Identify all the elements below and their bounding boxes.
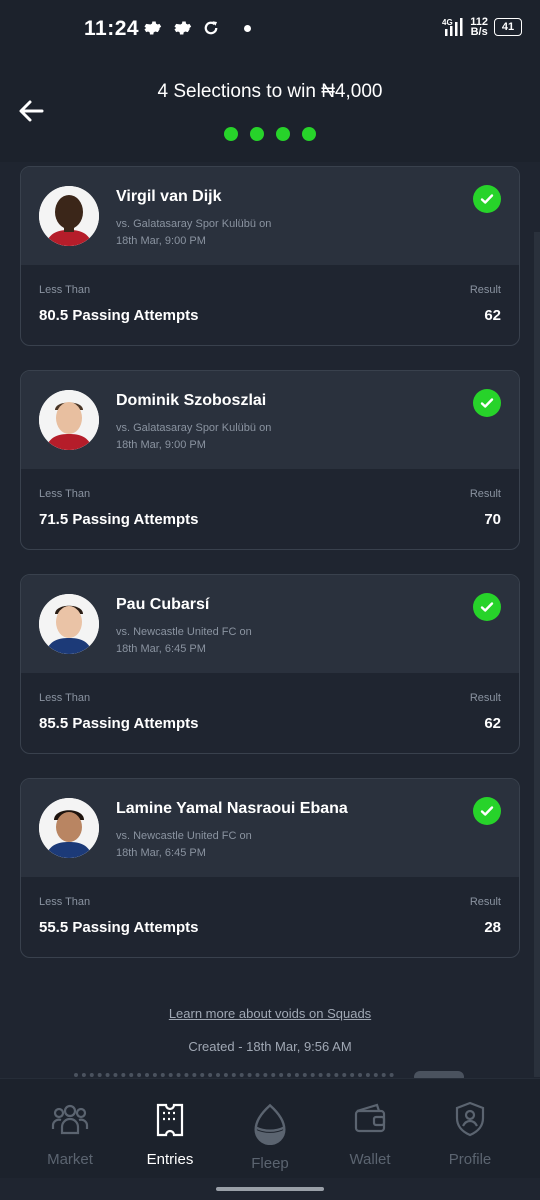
nav-market[interactable]: Market xyxy=(16,1079,124,1179)
bottom-nav: Market Entries Fleep Wallet Profile xyxy=(0,1078,540,1178)
ticket-icon xyxy=(156,1103,184,1137)
selection-card[interactable]: Dominik Szoboszlai vs. Galatasaray Spor … xyxy=(20,370,520,550)
progress-dot xyxy=(224,127,238,141)
player-avatar xyxy=(39,186,99,246)
svg-text:4G: 4G xyxy=(442,18,453,27)
player-avatar xyxy=(39,798,99,858)
match-info: vs. Galatasaray Spor Kulübü on 18th Mar,… xyxy=(116,422,272,451)
check-icon xyxy=(473,593,501,621)
notification-dot xyxy=(244,24,251,32)
player-name: Lamine Yamal Nasraoui Ebana xyxy=(116,800,348,817)
condition-label: Less Than xyxy=(39,692,91,704)
selection-card[interactable]: Pau Cubarsí vs. Newcastle United FC on 1… xyxy=(20,574,520,754)
fleep-icon xyxy=(254,1103,286,1145)
nav-wallet[interactable]: Wallet xyxy=(316,1079,424,1179)
result-value: 62 xyxy=(484,715,501,732)
wallet-icon xyxy=(354,1103,386,1133)
progress-dots xyxy=(0,127,540,141)
check-icon xyxy=(473,797,501,825)
selection-card[interactable]: Virgil van Dijk vs. Galatasaray Spor Kul… xyxy=(20,166,520,346)
condition-label: Less Than xyxy=(39,896,91,908)
header: 4 Selections to win ₦4,000 xyxy=(0,62,540,162)
nav-entries[interactable]: Entries xyxy=(116,1079,224,1179)
learn-voids-link[interactable]: Learn more about voids on Squads xyxy=(0,1006,540,1021)
match-info: vs. Newcastle United FC on 18th Mar, 6:4… xyxy=(116,830,252,859)
created-timestamp: Created - 18th Mar, 9:56 AM xyxy=(188,1039,352,1054)
prop-line: 85.5 Passing Attempts xyxy=(39,715,199,732)
page-title: 4 Selections to win ₦4,000 xyxy=(157,81,383,102)
people-icon xyxy=(51,1104,89,1135)
check-icon xyxy=(473,185,501,213)
nav-profile[interactable]: Profile xyxy=(416,1079,524,1179)
player-name: Dominik Szoboszlai xyxy=(116,392,267,409)
settings-icon xyxy=(144,21,162,35)
progress-dot xyxy=(302,127,316,141)
prop-line: 55.5 Passing Attempts xyxy=(39,919,199,936)
prop-line: 80.5 Passing Attempts xyxy=(39,307,199,324)
player-name: Virgil van Dijk xyxy=(116,188,222,205)
signal-icon: 4G xyxy=(442,18,463,36)
condition-label: Less Than xyxy=(39,488,91,500)
home-indicator[interactable] xyxy=(216,1187,324,1191)
prop-line: 71.5 Passing Attempts xyxy=(39,511,199,528)
result-label: Result xyxy=(469,692,501,704)
result-value: 62 xyxy=(484,307,501,324)
nav-fleep[interactable]: Fleep xyxy=(216,1079,324,1179)
net-speed: 112 B/s xyxy=(470,16,488,38)
check-icon xyxy=(473,389,501,417)
result-label: Result xyxy=(469,488,501,500)
settings-icon xyxy=(174,21,192,35)
battery-icon: 41 xyxy=(494,18,522,36)
result-label: Result xyxy=(469,896,501,908)
status-bar: 11:24 4G 112 B/s 41 xyxy=(0,0,540,62)
selection-card[interactable]: Lamine Yamal Nasraoui Ebana vs. Newcastl… xyxy=(20,778,520,958)
scrollbar[interactable] xyxy=(534,232,540,1077)
match-info: vs. Galatasaray Spor Kulübü on 18th Mar,… xyxy=(116,218,272,247)
player-name: Pau Cubarsí xyxy=(116,596,210,613)
result-label: Result xyxy=(469,284,501,296)
sync-icon xyxy=(204,21,218,35)
result-value: 70 xyxy=(484,511,501,528)
shield-icon xyxy=(455,1101,485,1137)
progress-dot xyxy=(250,127,264,141)
match-info: vs. Newcastle United FC on 18th Mar, 6:4… xyxy=(116,626,252,655)
player-avatar xyxy=(39,594,99,654)
condition-label: Less Than xyxy=(39,284,91,296)
progress-dot xyxy=(276,127,290,141)
status-time: 11:24 xyxy=(84,17,140,40)
player-avatar xyxy=(39,390,99,450)
selection-list: Virgil van Dijk vs. Galatasaray Spor Kul… xyxy=(20,166,520,982)
result-value: 28 xyxy=(484,919,501,936)
